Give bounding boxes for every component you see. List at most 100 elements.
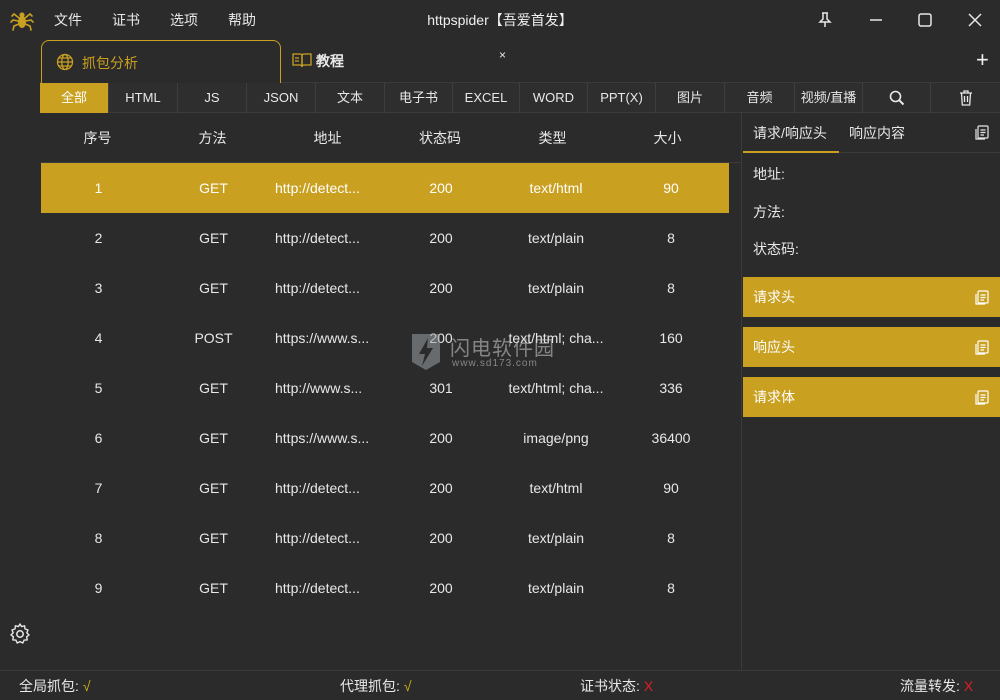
globe-icon [56,53,74,71]
left-sidebar [0,40,40,670]
cell-status: 200 [429,230,453,246]
status-bar: 全局抓包: √ 代理抓包: √ 证书状态: X 流量转发: X [0,670,1000,700]
status-global-capture-value: √ [82,678,91,694]
status-traffic-forward[interactable]: 流量转发: X [900,671,973,700]
table-row[interactable]: 2 GET http://detect... 200 text/plain 8 [41,213,729,263]
filter-js[interactable]: JS [178,83,247,113]
cell-index: 2 [94,230,103,246]
column-header-method[interactable]: 方法 [155,113,270,163]
filter-all[interactable]: 全部 [40,83,109,113]
tab-close-icon[interactable]: × [499,48,506,62]
filter-html[interactable]: HTML [109,83,178,113]
cell-index: 3 [94,280,103,296]
cell-status: 200 [429,180,453,196]
column-header-url[interactable]: 地址 [270,113,385,163]
cell-status: 200 [429,280,453,296]
filter-image[interactable]: 图片 [656,83,725,113]
cell-type: text/plain [527,580,585,596]
section-request-body[interactable]: 请求体 [743,377,1000,417]
filter-audio[interactable]: 音频 [725,83,795,113]
cell-size: 36400 [651,430,691,446]
copy-icon[interactable] [975,390,989,405]
field-status-label: 状态码: [753,241,799,257]
minimize-button[interactable] [856,0,896,40]
menu-bar: 文件 证书 选项 帮助 [54,0,256,40]
cell-type: text/plain [527,530,585,546]
table-row[interactable]: 4 POST https://www.s... 200 text/html; cha..… [41,313,729,363]
close-icon [968,13,982,27]
cell-method: GET [199,530,228,546]
menu-file[interactable]: 文件 [54,10,82,30]
cell-method: POST [194,330,233,346]
tab-headers[interactable]: 请求/响应头 [743,113,839,153]
cell-size: 90 [663,480,679,496]
cell-method: GET [199,180,228,196]
add-tab-button[interactable]: + [976,48,989,72]
filter-ppt[interactable]: PPT(X) [588,83,656,113]
trash-icon [959,90,972,106]
status-proxy-capture[interactable]: 代理抓包: √ [340,671,412,700]
table-row[interactable]: 7 GET http://detect... 200 text/html 90 [41,463,729,513]
menu-help[interactable]: 帮助 [228,10,256,30]
tab-tutorial-label: 教程 [316,53,344,69]
column-header-type[interactable]: 类型 [495,113,610,163]
column-header-index[interactable]: 序号 [40,113,155,163]
tab-capture-analysis[interactable]: 抓包分析 [41,40,281,83]
cell-size: 336 [659,380,683,396]
filter-video-live[interactable]: 视频/直播 [795,83,863,113]
filter-json[interactable]: JSON [247,83,316,113]
section-response-headers[interactable]: 响应头 [743,327,1000,367]
tab-tutorial[interactable]: 教程 × [290,40,520,80]
cell-method: GET [199,430,228,446]
cell-method: GET [199,280,228,296]
filter-excel[interactable]: EXCEL [453,83,520,113]
cell-type: text/plain [527,230,585,246]
cell-url: http://detect... [275,180,360,196]
table-row[interactable]: 5 GET http://www.s... 301 text/html; cha... 3… [41,363,729,413]
filter-text[interactable]: 文本 [316,83,385,113]
cell-index: 4 [94,330,103,346]
table-row[interactable]: 1 GET http://detect... 200 text/html 90 [41,163,729,213]
section-response-headers-label: 响应头 [753,339,795,355]
maximize-button[interactable] [905,0,945,40]
cell-size: 90 [663,180,679,196]
cell-url: http://www.s... [275,380,363,396]
column-header-status[interactable]: 状态码 [385,113,495,163]
tab-strip: 抓包分析 教程 × + [40,40,1000,83]
cell-type: image/png [523,430,589,446]
table-row[interactable]: 3 GET http://detect... 200 text/plain 8 [41,263,729,313]
menu-options[interactable]: 选项 [170,10,198,30]
cell-url: http://detect... [275,530,360,546]
filter-word[interactable]: WORD [520,83,588,113]
cell-index: 9 [94,580,103,596]
field-url-label: 地址: [753,166,785,182]
cell-status: 301 [429,380,453,396]
table-row[interactable]: 8 GET http://detect... 200 text/plain 8 [41,513,729,563]
settings-gear-icon[interactable] [8,622,32,646]
cell-size: 160 [659,330,683,346]
close-button[interactable] [955,0,995,40]
status-proxy-capture-label: 代理抓包: [340,678,400,694]
menu-certificate[interactable]: 证书 [112,10,140,30]
status-global-capture[interactable]: 全局抓包: √ [19,671,91,700]
cell-url: http://detect... [275,580,360,596]
type-filter-bar: 全部 HTML JS JSON 文本 电子书 EXCEL WORD PPT(X)… [40,83,1000,113]
copy-icon[interactable] [975,340,989,355]
filter-ebook[interactable]: 电子书 [385,83,453,113]
status-certificate[interactable]: 证书状态: X [580,671,653,700]
cell-method: GET [199,580,228,596]
search-button[interactable] [863,83,931,113]
cell-type: text/html; cha... [508,330,604,346]
status-certificate-label: 证书状态: [580,678,640,694]
cell-index: 5 [94,380,103,396]
copy-icon[interactable] [975,290,989,305]
clear-button[interactable] [931,83,1000,113]
table-row[interactable]: 9 GET http://detect... 200 text/plain 8 [41,563,729,613]
column-header-size[interactable]: 大小 [610,113,725,163]
table-row[interactable]: 6 GET https://www.s... 200 image/png 36400 [41,413,729,463]
copy-icon[interactable] [975,125,989,140]
pin-button[interactable] [805,0,845,40]
cell-method: GET [199,480,228,496]
section-request-headers[interactable]: 请求头 [743,277,1000,317]
tab-response-content[interactable]: 响应内容 [849,113,929,153]
